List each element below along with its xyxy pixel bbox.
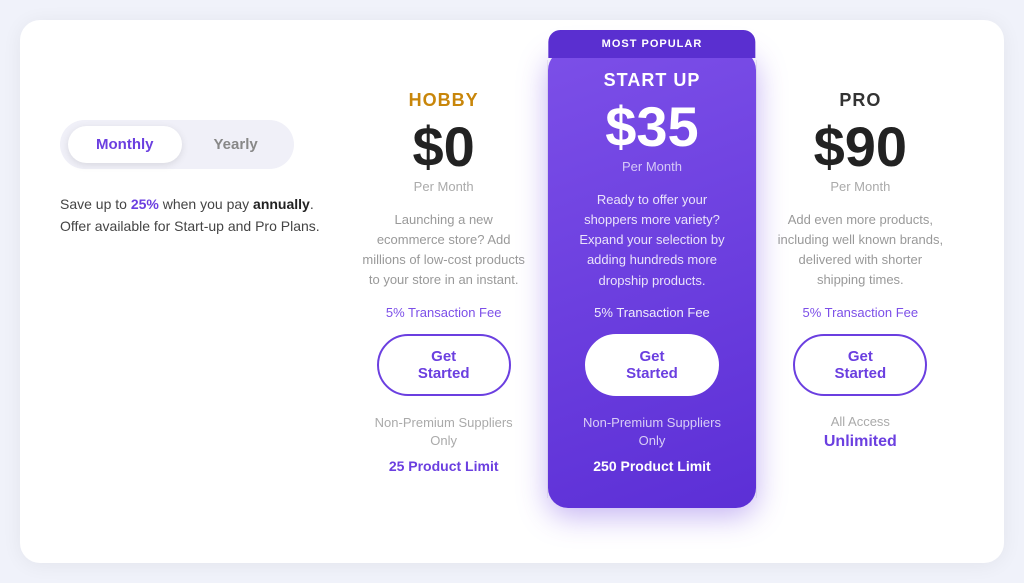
hobby-product-limit: 25 Product Limit (389, 458, 499, 474)
save-period: . (310, 196, 314, 212)
hobby-card: HOBBY $0 Per Month Launching a new ecomm… (340, 60, 548, 498)
yearly-toggle-btn[interactable]: Yearly (186, 126, 286, 163)
pro-price: $90 (814, 119, 907, 175)
most-popular-badge: MOST POPULAR (548, 30, 755, 58)
pro-plan-name: PRO (839, 90, 881, 111)
startup-transaction-fee: 5% Transaction Fee (594, 305, 710, 320)
save-annually: annually (253, 196, 310, 212)
save-percent: 25% (131, 196, 159, 212)
save-mid: when you pay (159, 196, 253, 212)
startup-card: MOST POPULAR START UP $35 Per Month Read… (548, 50, 755, 508)
hobby-supplier-info: Non-Premium Suppliers Only (360, 414, 527, 450)
monthly-toggle-btn[interactable]: Monthly (68, 126, 182, 163)
savings-text: Save up to 25% when you pay annually. Of… (60, 193, 320, 238)
left-panel: Monthly Yearly Save up to 25% when you p… (60, 60, 340, 238)
pricing-container: Monthly Yearly Save up to 25% when you p… (20, 20, 1004, 563)
hobby-description: Launching a new ecommerce store? Add mil… (360, 210, 527, 291)
startup-get-started-btn[interactable]: Get Started (585, 334, 719, 396)
pro-all-access-label: All Access (831, 414, 890, 429)
pro-get-started-btn[interactable]: Get Started (793, 334, 927, 396)
pro-unlimited-text: Unlimited (824, 433, 897, 451)
hobby-per-month: Per Month (414, 179, 474, 194)
startup-product-limit: 250 Product Limit (593, 458, 710, 474)
billing-toggle: Monthly Yearly (60, 120, 294, 169)
save-subtext: Offer available for Start-up and Pro Pla… (60, 218, 320, 234)
startup-price: $35 (605, 99, 698, 155)
save-prefix: Save up to (60, 196, 131, 212)
startup-description: Ready to offer your shoppers more variet… (568, 190, 735, 291)
hobby-transaction-fee: 5% Transaction Fee (386, 305, 502, 320)
pro-description: Add even more products, including well k… (777, 210, 944, 291)
startup-per-month: Per Month (622, 159, 682, 174)
hobby-price: $0 (413, 119, 475, 175)
startup-supplier-info: Non-Premium Suppliers Only (568, 414, 735, 450)
hobby-get-started-btn[interactable]: Get Started (377, 334, 511, 396)
startup-plan-name: START UP (604, 70, 701, 91)
pro-transaction-fee: 5% Transaction Fee (803, 305, 919, 320)
cards-area: HOBBY $0 Per Month Launching a new ecomm… (340, 60, 964, 498)
hobby-plan-name: HOBBY (409, 90, 479, 111)
pro-per-month: Per Month (830, 179, 890, 194)
pro-card: PRO $90 Per Month Add even more products… (756, 60, 964, 498)
